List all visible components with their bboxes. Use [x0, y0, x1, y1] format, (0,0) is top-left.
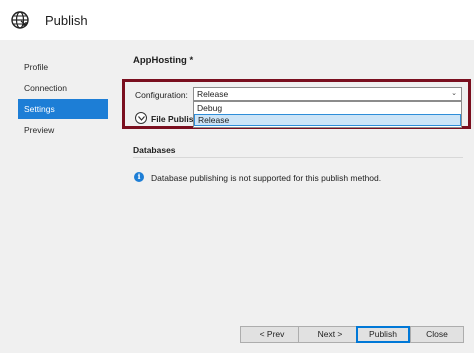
- profile-name: AppHosting *: [133, 55, 194, 66]
- title-bar: Publish: [0, 0, 474, 40]
- settings-panel: AppHosting *: [133, 55, 463, 66]
- databases-heading: Databases: [133, 145, 176, 155]
- database-info-message: Database publishing is not supported for…: [151, 173, 382, 183]
- close-button[interactable]: Close: [410, 326, 464, 343]
- file-publish-options-label[interactable]: File Publish Options: [151, 114, 193, 124]
- wizard-nav: Profile Connection Settings Preview: [18, 57, 108, 141]
- nav-item-profile[interactable]: Profile: [18, 57, 108, 77]
- dropdown-option-debug[interactable]: Debug: [194, 102, 461, 114]
- configuration-select[interactable]: Release ⌄: [193, 87, 462, 101]
- configuration-label: Configuration:: [135, 90, 188, 100]
- nav-item-settings[interactable]: Settings: [18, 99, 108, 119]
- window-title: Publish: [45, 13, 88, 28]
- nav-item-connection[interactable]: Connection: [18, 78, 108, 98]
- next-button[interactable]: Next >: [298, 326, 362, 343]
- expander-chevron-icon[interactable]: [135, 112, 147, 124]
- info-icon: i: [134, 172, 144, 182]
- prev-button[interactable]: < Prev: [240, 326, 304, 343]
- nav-item-preview[interactable]: Preview: [18, 120, 108, 140]
- configuration-value: Release: [197, 89, 229, 99]
- section-divider: [133, 157, 463, 158]
- publish-button[interactable]: Publish: [356, 326, 410, 343]
- globe-icon: [10, 10, 30, 30]
- configuration-dropdown-list: Debug Release: [193, 101, 462, 128]
- chevron-down-icon: ⌄: [451, 90, 457, 97]
- dialog-body: Profile Connection Settings Preview AppH…: [0, 40, 474, 353]
- dropdown-option-release[interactable]: Release: [194, 114, 461, 126]
